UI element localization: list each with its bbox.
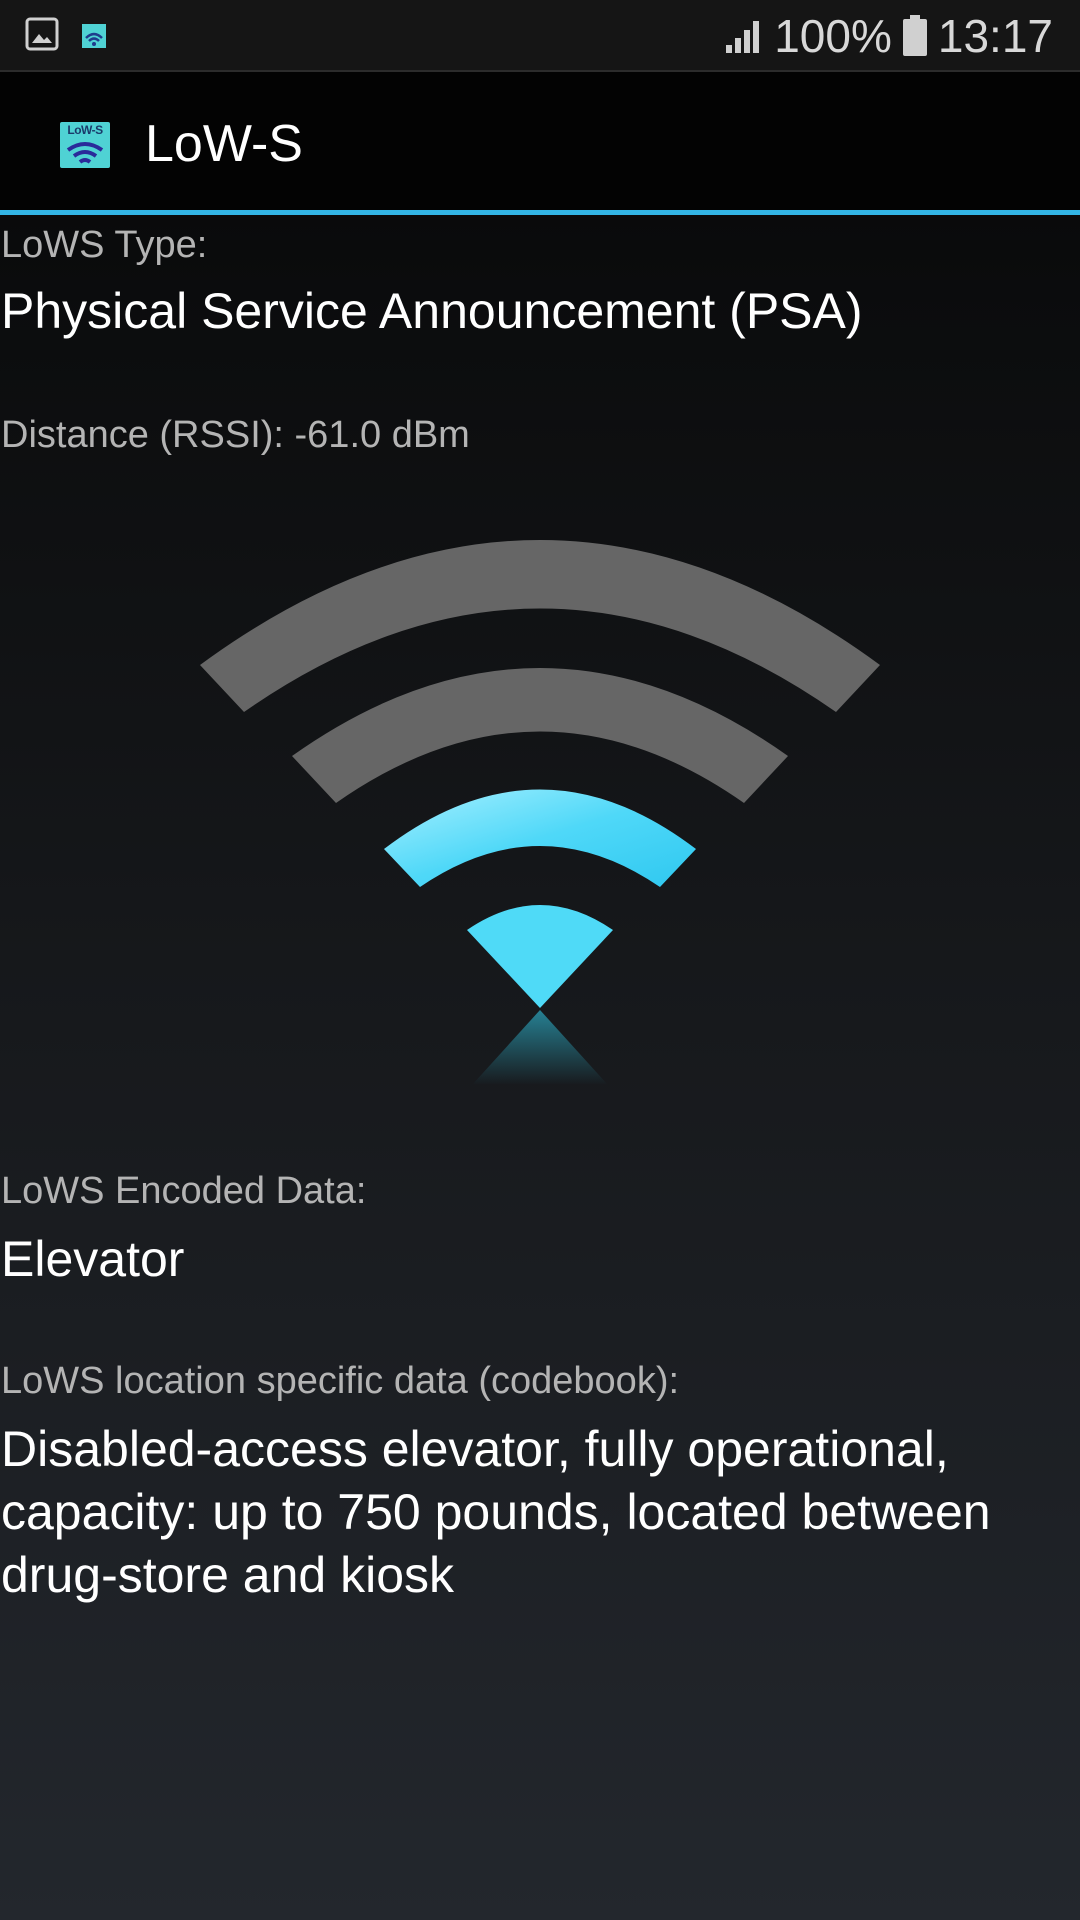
codebook-value: Disabled-access elevator, fully operatio… (1, 1421, 991, 1603)
encoded-data-value: Elevator (1, 1231, 185, 1287)
battery-percent: 100% (774, 10, 892, 62)
app-title: LoW-S (145, 115, 303, 173)
battery-icon (902, 15, 927, 56)
wifi-reflection (472, 1010, 608, 1085)
wifi-bar-2 (384, 789, 696, 887)
action-bar-divider (0, 210, 1080, 215)
wifi-bar-3 (292, 668, 788, 803)
clock: 13:17 (937, 10, 1053, 62)
wifi-signal-strength-icon (200, 540, 880, 1085)
status-bar: 100% 13:17 (0, 0, 1080, 72)
status-right-group: 100% 13:17 (724, 0, 1053, 72)
codebook-label: LoWS location specific data (codebook): (1, 1360, 680, 1402)
action-bar: LoW-S LoW-S (0, 72, 1080, 210)
encoded-data-label: LoWS Encoded Data: (1, 1170, 367, 1212)
distance-rssi-text: Distance (RSSI): -61.0 dBm (1, 414, 470, 456)
app-logo-icon[interactable]: LoW-S (60, 122, 110, 168)
cell-signal-icon (726, 21, 760, 53)
lows-app-notification-icon (82, 24, 106, 48)
lows-type-value: Physical Service Announcement (PSA) (1, 283, 863, 339)
gallery-notification-icon (25, 17, 59, 51)
lows-type-label: LoWS Type: (1, 224, 208, 266)
wifi-bar-1 (467, 905, 613, 1008)
